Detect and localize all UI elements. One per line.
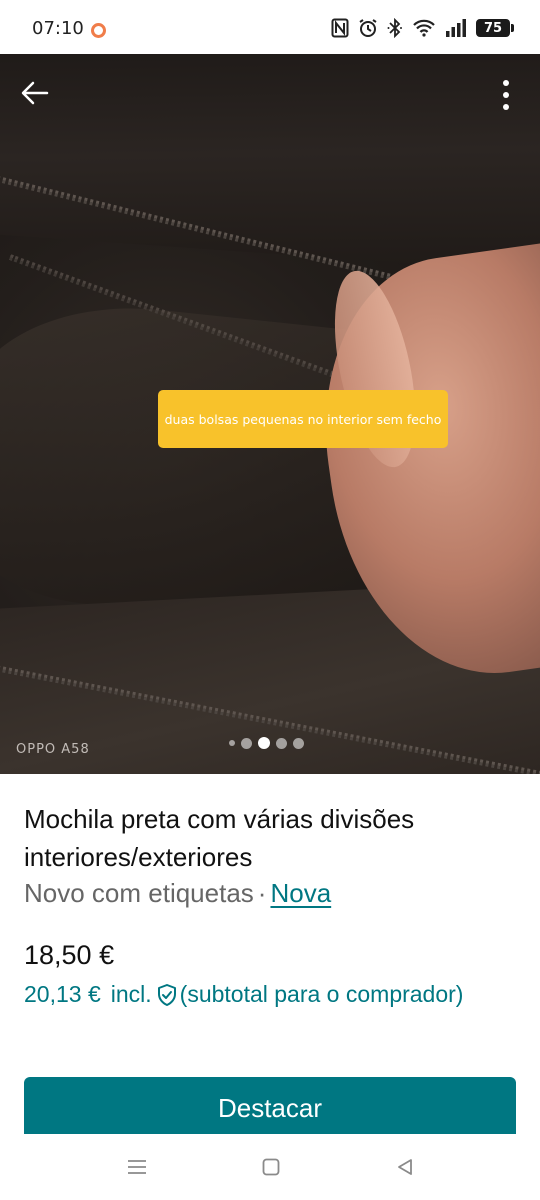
separator: · — [257, 878, 267, 908]
camera-watermark: OPPO A58 — [16, 742, 90, 757]
buyer-incl: incl. — [110, 981, 152, 1007]
listing-condition-line: Novo com etiquetas · Nova — [24, 878, 331, 909]
photo-note: duas bolsas pequenas no interior sem fec… — [158, 390, 448, 448]
recent-apps-button[interactable] — [122, 1154, 152, 1180]
carousel-dot[interactable] — [241, 737, 252, 749]
menu-icon — [128, 1160, 146, 1174]
nfc-icon — [331, 18, 349, 38]
carousel-dot[interactable] — [276, 737, 287, 749]
triangle-back-icon — [398, 1159, 412, 1175]
shield-check-icon — [156, 983, 178, 1007]
carousel-indicator[interactable] — [229, 737, 304, 749]
listing-condition: Novo com etiquetas — [24, 878, 254, 908]
carousel-dot-active[interactable] — [258, 737, 270, 749]
wifi-icon — [412, 19, 436, 37]
status-icons: 75 — [331, 16, 514, 40]
carousel-dot[interactable] — [293, 737, 304, 749]
arrow-left-icon — [21, 81, 49, 105]
more-options-button[interactable] — [492, 74, 520, 116]
buyer-price-line[interactable]: 20,13 € incl. (subtotal para o comprador… — [24, 981, 463, 1008]
battery-icon: 75 — [476, 19, 514, 37]
notification-dot-icon — [91, 23, 106, 38]
status-link[interactable]: Nova — [270, 878, 331, 908]
listing-title: Mochila preta com várias divisões interi… — [24, 804, 415, 872]
bluetooth-icon — [387, 18, 403, 38]
status-bar: 07:10 75 — [0, 0, 540, 54]
signal-icon — [445, 19, 467, 37]
square-icon — [262, 1158, 280, 1176]
back-nav-button[interactable] — [390, 1154, 420, 1180]
buyer-price: 20,13 € — [24, 981, 101, 1007]
carousel-dot[interactable] — [229, 740, 235, 746]
home-button[interactable] — [256, 1154, 286, 1180]
listing-price: 18,50 € — [24, 940, 115, 970]
alarm-icon — [358, 18, 378, 38]
status-time: 07:10 — [32, 18, 84, 39]
buyer-note: (subtotal para o comprador) — [179, 981, 464, 1007]
more-vertical-icon — [503, 80, 509, 110]
back-button[interactable] — [14, 72, 56, 114]
system-nav-bar — [0, 1134, 540, 1200]
